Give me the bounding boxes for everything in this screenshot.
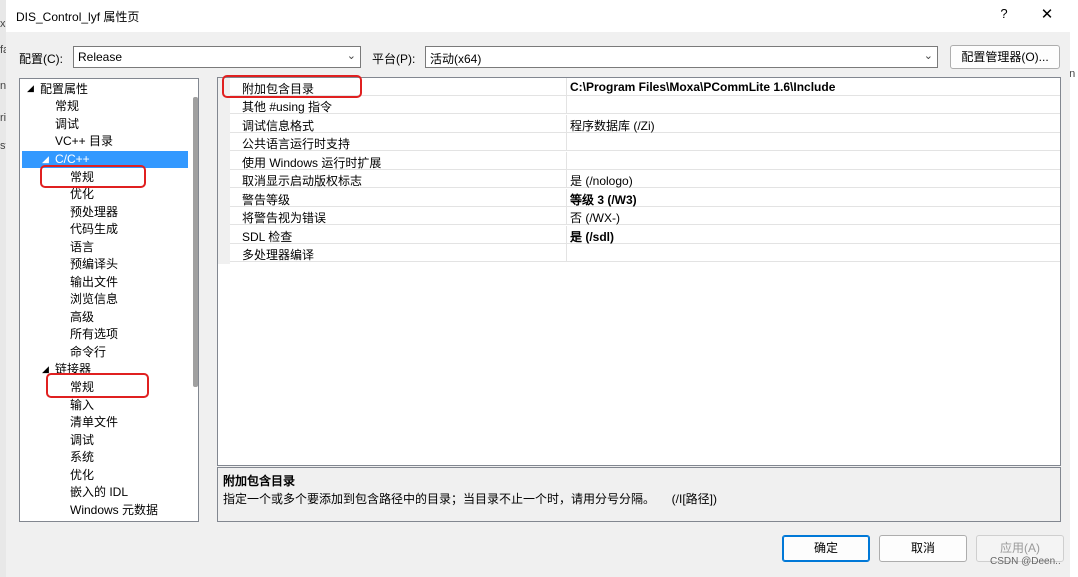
- tree-item-debugging[interactable]: 调试: [55, 116, 79, 133]
- config-select[interactable]: Release ⌄: [73, 46, 361, 68]
- property-row[interactable]: 调试信息格式 程序数据库 (/Zi): [230, 115, 1060, 133]
- annotation-box: [46, 373, 149, 398]
- tree-item-optimization[interactable]: 优化: [70, 186, 94, 203]
- property-value[interactable]: 等级 3 (/W3): [570, 191, 637, 208]
- column-divider: [566, 152, 567, 170]
- tree-item-system[interactable]: 系统: [70, 449, 94, 466]
- help-button[interactable]: ?: [994, 6, 1014, 26]
- tree-item-preprocessor[interactable]: 预处理器: [70, 204, 118, 221]
- cancel-button[interactable]: 取消: [879, 535, 967, 562]
- config-label: 配置(C):: [19, 52, 63, 66]
- property-value[interactable]: 程序数据库 (/Zi): [570, 117, 655, 134]
- property-name: 其他 #using 指令: [242, 100, 333, 114]
- tree-item-precompiled-headers[interactable]: 预编译头: [70, 256, 118, 273]
- chevron-down-icon: ⌄: [346, 50, 356, 62]
- property-name: 多处理器编译: [242, 248, 315, 262]
- column-divider: [566, 78, 567, 96]
- tree-item-command-line[interactable]: 命令行: [70, 344, 106, 361]
- column-divider: [566, 207, 567, 225]
- annotation-box: [40, 165, 146, 188]
- edge-fragment: x: [0, 18, 6, 30]
- property-tree[interactable]: ◢ 配置属性 常规 调试 VC++ 目录 ◢ C/C++ 常规 优化 预处理器 …: [19, 78, 199, 522]
- column-divider: [566, 115, 567, 133]
- column-divider: [566, 170, 567, 188]
- tree-item-browse-info[interactable]: 浏览信息: [70, 291, 118, 308]
- grid-gutter: [218, 78, 230, 264]
- ok-button[interactable]: 确定: [782, 535, 870, 562]
- tree-item-windows-metadata[interactable]: Windows 元数据: [70, 502, 158, 519]
- close-icon[interactable]: ✕: [1036, 5, 1058, 27]
- description-text: 指定一个或多个要添加到包含路径中的目录；当目录不止一个时，请用分号分隔。 (/I…: [223, 492, 718, 506]
- tree-scrollbar[interactable]: [193, 97, 198, 387]
- platform-select[interactable]: 活动(x64) ⌄: [425, 46, 938, 68]
- config-manager-button[interactable]: 配置管理器(O)...: [950, 45, 1060, 69]
- platform-label: 平台(P):: [372, 52, 416, 66]
- property-name: 将警告视为错误: [242, 211, 327, 225]
- column-divider: [566, 96, 567, 114]
- platform-value: 活动(x64): [430, 52, 482, 66]
- property-row[interactable]: 取消显示启动版权标志 是 (/nologo): [230, 170, 1060, 188]
- tree-item-language[interactable]: 语言: [70, 239, 94, 256]
- expand-arrow-icon[interactable]: ◢: [27, 83, 34, 94]
- tree-item-advanced[interactable]: 高级: [70, 309, 94, 326]
- property-name: 使用 Windows 运行时扩展: [242, 156, 382, 170]
- tree-item-manifest-file[interactable]: 清单文件: [70, 414, 118, 431]
- property-name: 取消显示启动版权标志: [242, 174, 363, 188]
- tree-item-vc-directories[interactable]: VC++ 目录: [55, 133, 113, 150]
- property-row[interactable]: 使用 Windows 运行时扩展: [230, 152, 1060, 170]
- property-name: 调试信息格式: [242, 119, 315, 133]
- property-name: 警告等级: [242, 193, 291, 207]
- chevron-down-icon: ⌄: [923, 50, 933, 62]
- tree-item-embedded-idl[interactable]: 嵌入的 IDL: [70, 484, 128, 501]
- property-row[interactable]: 警告等级 等级 3 (/W3): [230, 189, 1060, 207]
- property-row[interactable]: SDL 检查 是 (/sdl): [230, 226, 1060, 244]
- property-value[interactable]: 否 (/WX-): [570, 209, 620, 226]
- property-row[interactable]: 将警告视为错误 否 (/WX-): [230, 207, 1060, 225]
- tree-item-linker-debugging[interactable]: 调试: [70, 432, 94, 449]
- tree-item-input[interactable]: 输入: [70, 397, 94, 414]
- column-divider: [566, 133, 567, 151]
- property-pages-dialog: DIS_Control_lyf 属性页 ? ✕ 配置(C): Release ⌄…: [6, 0, 1070, 577]
- tree-item-all-options[interactable]: 所有选项: [70, 326, 118, 343]
- annotation-box: [222, 75, 362, 98]
- property-name: SDL 检查: [242, 230, 293, 244]
- property-row[interactable]: 其他 #using 指令: [230, 96, 1060, 114]
- property-value[interactable]: 是 (/sdl): [570, 228, 614, 245]
- tree-item-code-generation[interactable]: 代码生成: [70, 221, 118, 238]
- tree-item-linker-optimization[interactable]: 优化: [70, 467, 94, 484]
- tree-item-general[interactable]: 常规: [55, 98, 79, 115]
- title-bar: DIS_Control_lyf 属性页 ? ✕: [6, 0, 1070, 32]
- property-value[interactable]: 是 (/nologo): [570, 172, 633, 189]
- tree-item-config-properties[interactable]: 配置属性: [40, 81, 88, 98]
- description-panel: 附加包含目录 指定一个或多个要添加到包含路径中的目录；当目录不止一个时，请用分号…: [217, 467, 1061, 522]
- config-value: Release: [78, 50, 123, 64]
- column-divider: [566, 226, 567, 244]
- expand-arrow-icon[interactable]: ◢: [42, 154, 49, 165]
- column-divider: [566, 189, 567, 207]
- property-row[interactable]: 公共语言运行时支持: [230, 133, 1060, 151]
- column-divider: [566, 244, 567, 262]
- property-grid: 附加包含目录 C:\Program Files\Moxa\PCommLite 1…: [217, 77, 1061, 466]
- description-title: 附加包含目录: [223, 474, 296, 488]
- property-row[interactable]: 多处理器编译: [230, 244, 1060, 262]
- property-name: 公共语言运行时支持: [242, 137, 351, 151]
- window-title: DIS_Control_lyf 属性页: [16, 10, 140, 24]
- property-value[interactable]: C:\Program Files\Moxa\PCommLite 1.6\Incl…: [570, 80, 835, 94]
- watermark: CSDN @Deen..: [990, 556, 1061, 567]
- tree-item-output-files[interactable]: 输出文件: [70, 274, 118, 291]
